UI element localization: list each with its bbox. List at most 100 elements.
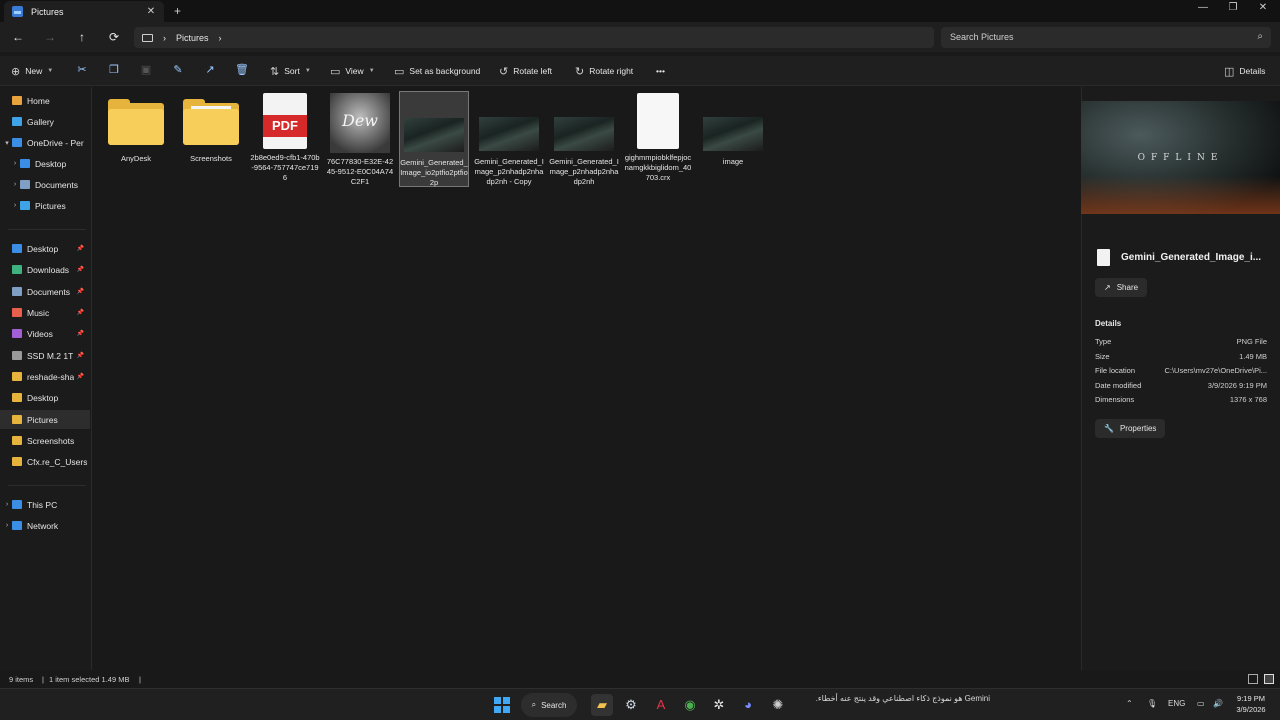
sidebar-item-label: Screenshots: [27, 435, 75, 446]
sidebar-item-home[interactable]: Home: [0, 91, 90, 110]
pdf-file-icon: PDF: [263, 93, 307, 149]
steam-taskbar-icon[interactable]: ⚙: [620, 694, 642, 716]
system-clock[interactable]: 9:19 PM 3/9/2026: [1228, 693, 1274, 715]
chevron-up-icon[interactable]: ⌃: [1126, 699, 1133, 708]
sidebar-item-desktop[interactable]: Desktop: [0, 388, 90, 407]
sidebar-item-pictures[interactable]: › Pictures: [0, 196, 90, 215]
new-button[interactable]: ⊕ New ▼: [11, 62, 53, 80]
file-item[interactable]: Dew 76C77830-E32E-4245-9512-E0C04A74C2F1: [325, 91, 395, 187]
cut-icon[interactable]: ✂: [74, 63, 90, 79]
discord-taskbar-icon[interactable]: ◕: [737, 694, 759, 716]
breadcrumb-chevron[interactable]: ›: [163, 33, 166, 43]
adobe-taskbar-icon[interactable]: A: [650, 694, 672, 716]
input-language[interactable]: ENG: [1168, 699, 1185, 708]
sidebar-item-this-pc[interactable]: › This PC: [0, 495, 90, 514]
rotate-left-label: Rotate left: [513, 66, 552, 76]
refresh-button[interactable]: ⟳: [105, 28, 123, 46]
chevron-right-icon[interactable]: ›: [10, 160, 20, 167]
large-icons-view-toggle-icon[interactable]: [1264, 674, 1274, 684]
more-options-button[interactable]: •••: [656, 62, 665, 80]
back-button[interactable]: ←: [9, 28, 27, 46]
item-count: 9 items: [9, 675, 34, 684]
sidebar-item-downloads[interactable]: Downloads 📌: [0, 260, 90, 279]
close-window-button[interactable]: ✕: [1248, 2, 1278, 18]
delete-icon[interactable]: 🗑: [234, 63, 250, 79]
paste-icon[interactable]: ▣: [138, 63, 154, 79]
close-tab-icon[interactable]: ✕: [144, 6, 158, 17]
details-view-toggle-icon[interactable]: [1248, 674, 1258, 684]
monitor-icon[interactable]: ▭: [1197, 699, 1205, 708]
breadcrumb-chevron[interactable]: ›: [219, 33, 222, 43]
set-background-label: Set as background: [409, 66, 481, 76]
file-item[interactable]: Screenshots: [176, 91, 246, 164]
file-explorer-taskbar-icon[interactable]: ▰: [591, 694, 613, 716]
sidebar-item-screenshots[interactable]: Screenshots: [0, 431, 90, 450]
sort-button[interactable]: ⇅ Sort ▼: [270, 62, 311, 80]
breadcrumb-pictures[interactable]: Pictures: [176, 33, 209, 43]
copy-icon[interactable]: ❐: [106, 63, 122, 79]
folder-icon: [12, 436, 22, 445]
share-button[interactable]: ↗ Share: [1095, 278, 1148, 297]
detail-key: File location: [1095, 366, 1136, 375]
file-name: AnyDesk: [120, 154, 151, 163]
sidebar-item-label: Home: [27, 95, 50, 106]
new-tab-button[interactable]: +: [174, 4, 181, 18]
file-item[interactable]: AnyDesk: [101, 91, 171, 164]
folder-icon: [12, 96, 22, 105]
rotate-right-button[interactable]: ↻ Rotate right: [575, 62, 633, 80]
microphone-icon[interactable]: 🎙: [1147, 699, 1157, 708]
sidebar-item-gallery[interactable]: Gallery: [0, 112, 90, 131]
file-item[interactable]: gighmmpiobklfepjocnamgkkbiglidom_40703.c…: [623, 91, 693, 183]
file-item[interactable]: Gemini_Generated_Image_p2nhadp2nhadp2nh …: [474, 91, 544, 187]
address-bar[interactable]: › Pictures ›: [134, 27, 934, 48]
volume-icon[interactable]: 🔊: [1213, 699, 1223, 708]
sidebar-item-desktop[interactable]: › Desktop: [0, 154, 90, 173]
file-item[interactable]: PDF 2b8e0ed9-cfb1-470b-9564-757747ce7196: [250, 91, 320, 183]
share-icon[interactable]: ↗: [202, 63, 218, 79]
rotate-left-button[interactable]: ↺ Rotate left: [499, 62, 552, 80]
sidebar-item-cfx-re-c-users[interactable]: Cfx.re_C_Users: [0, 452, 90, 471]
sidebar-item-reshade-sha[interactable]: reshade-sha 📌: [0, 367, 90, 386]
sidebar-item-documents[interactable]: Documents 📌: [0, 282, 90, 301]
sidebar-item-onedrive-per[interactable]: ▾ OneDrive - Per: [0, 133, 90, 152]
chatgpt-taskbar-icon[interactable]: ✺: [767, 694, 789, 716]
sidebar-item-documents[interactable]: › Documents: [0, 175, 90, 194]
sidebar-item-music[interactable]: Music 📌: [0, 303, 90, 322]
details-label: Details: [1239, 66, 1266, 76]
forward-button[interactable]: →: [41, 28, 59, 46]
sidebar-item-network[interactable]: › Network: [0, 516, 90, 535]
tab-pictures[interactable]: Pictures ✕: [4, 1, 164, 22]
file-item[interactable]: image: [698, 91, 768, 167]
file-item[interactable]: Gemini_Generated_Image_io2ptfio2ptfio2p: [399, 91, 469, 187]
sidebar-item-desktop[interactable]: Desktop 📌: [0, 239, 90, 258]
taskbar-search-button[interactable]: ⌕ Search: [521, 693, 577, 717]
image-thumbnail: [703, 117, 763, 151]
sidebar-item-videos[interactable]: Videos 📌: [0, 324, 90, 343]
sidebar-item-pictures[interactable]: Pictures: [0, 410, 90, 429]
chevron-right-icon[interactable]: ›: [2, 522, 12, 529]
up-button[interactable]: ↑: [73, 28, 91, 46]
image-thumbnail: [404, 118, 464, 152]
chevron-right-icon[interactable]: ›: [10, 202, 20, 209]
rename-icon[interactable]: ✎: [170, 63, 186, 79]
chevron-right-icon[interactable]: ›: [10, 181, 20, 188]
set-background-button[interactable]: ▭ Set as background: [394, 62, 480, 80]
pin-icon: 📌: [76, 289, 84, 295]
details-pane-button[interactable]: ◫ Details: [1224, 62, 1265, 80]
detail-value: PNG File: [1236, 337, 1267, 346]
minimize-button[interactable]: —: [1188, 2, 1218, 18]
search-box[interactable]: Search Pictures ⌕: [941, 27, 1271, 48]
sidebar-item-label: Downloads: [27, 264, 70, 275]
sidebar-item-label: Desktop: [35, 158, 67, 169]
view-button[interactable]: ▭ View ▼: [330, 62, 375, 80]
settings-taskbar-icon[interactable]: ✲: [708, 694, 730, 716]
chevron-down-icon[interactable]: ▾: [2, 139, 12, 147]
sidebar-item-ssd-m-2-1t[interactable]: SSD M.2 1T 📌: [0, 346, 90, 365]
windows-start-icon[interactable]: [494, 697, 510, 713]
properties-button[interactable]: 🔧 Properties: [1095, 419, 1166, 438]
chrome-taskbar-icon[interactable]: ◉: [679, 694, 701, 716]
chevron-right-icon[interactable]: ›: [2, 501, 12, 508]
maximize-button[interactable]: ❐: [1218, 2, 1248, 18]
pin-icon: 📌: [76, 310, 84, 316]
file-item[interactable]: Gemini_Generated_Image_p2nhadp2nhadp2nh: [549, 91, 619, 187]
